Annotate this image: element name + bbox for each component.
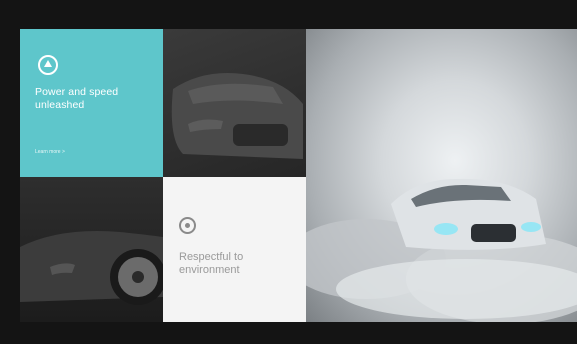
tile-environment[interactable]: Respectful to environment: [163, 177, 306, 322]
tile-power-and-speed[interactable]: Power and speed unleashed Learn more >: [20, 29, 163, 177]
car-front-image: [163, 29, 306, 177]
leaf-icon: [179, 217, 196, 234]
car-wheel-illustration: [20, 231, 163, 305]
car-in-smoke-illustration: [306, 178, 577, 322]
learn-more-link[interactable]: Learn more >: [35, 149, 65, 155]
car-wheel-image: [20, 177, 163, 322]
tile-power-title: Power and speed unleashed: [35, 86, 119, 111]
page: Power and speed unleashed Learn more > R…: [0, 0, 577, 344]
tile-environment-title: Respectful to environment: [179, 251, 244, 276]
flame-icon: [38, 55, 58, 75]
tile-grid: Power and speed unleashed Learn more > R…: [20, 29, 577, 322]
hero-car-image: [306, 29, 577, 322]
car-front-illustration: [171, 73, 303, 159]
